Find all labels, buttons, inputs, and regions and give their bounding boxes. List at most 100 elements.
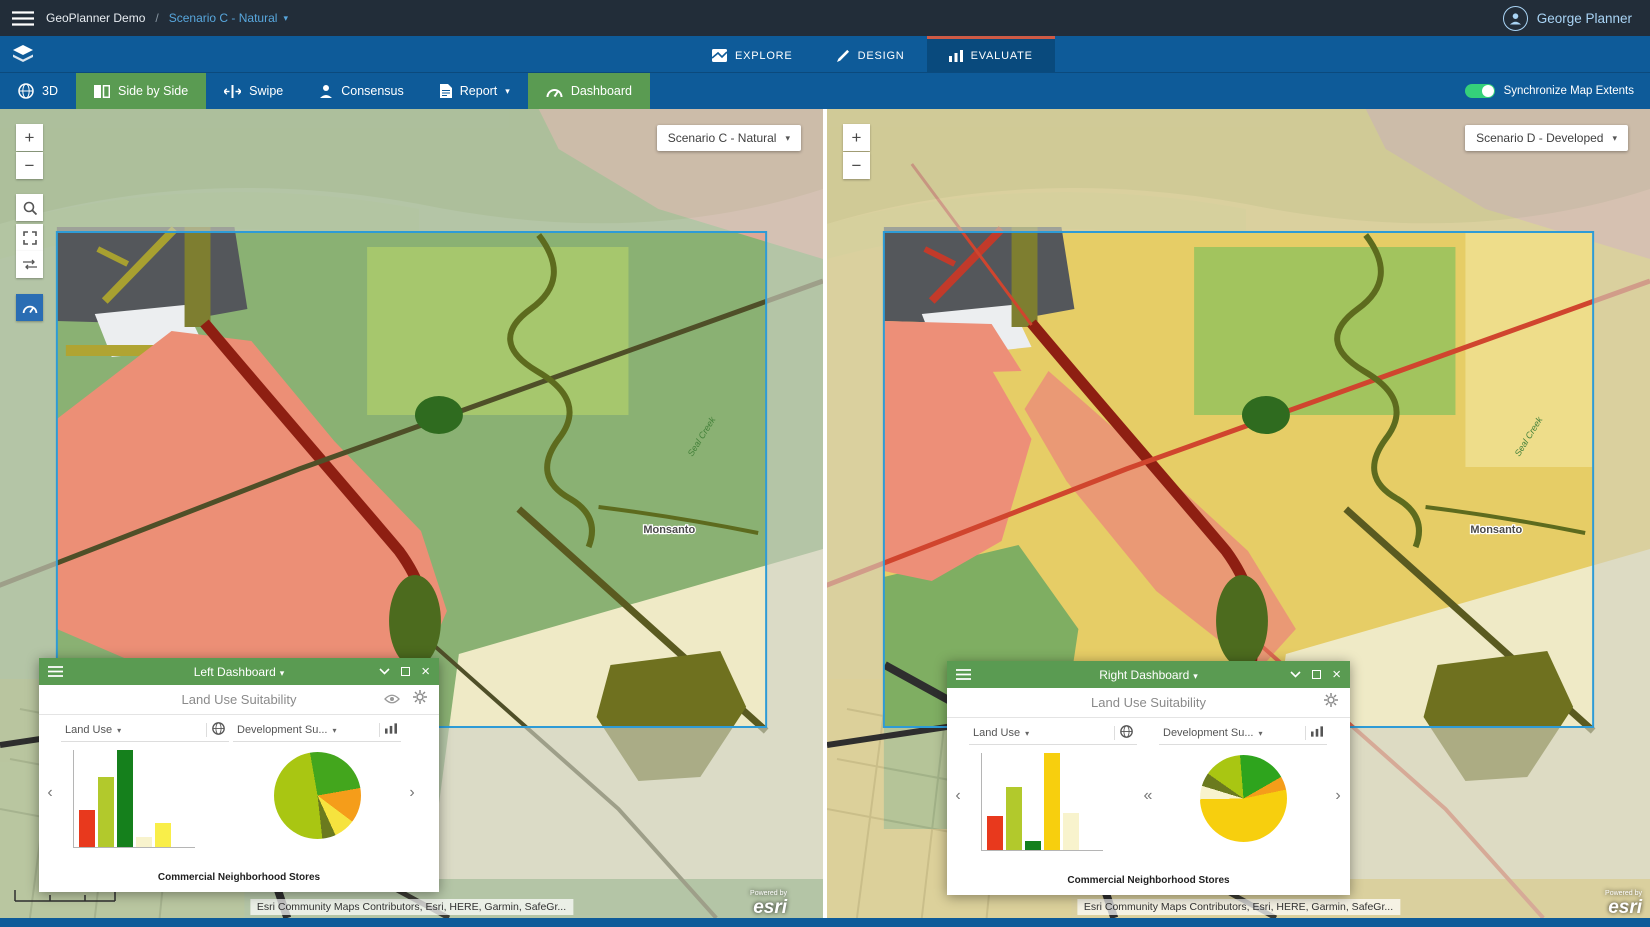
dashboard-title: Left Dashboard <box>194 665 276 679</box>
caret-down-icon: ▾ <box>117 726 121 735</box>
carousel-prev-button[interactable]: ‹ <box>949 722 967 870</box>
user-name: George Planner <box>1537 11 1632 26</box>
report-label: Report <box>460 84 498 98</box>
carousel-next-button[interactable]: › <box>403 719 421 867</box>
tab-evaluate-label: EVALUATE <box>971 50 1033 62</box>
esri-wordmark: esri <box>1608 897 1642 918</box>
dashboard-button[interactable]: Dashboard <box>528 73 650 109</box>
close-icon[interactable]: × <box>421 663 430 680</box>
search-button[interactable] <box>16 194 43 221</box>
close-icon[interactable]: × <box>1332 666 1341 683</box>
app-title: GeoPlanner Demo <box>46 11 145 25</box>
gauge-icon <box>22 303 38 313</box>
side-by-side-label: Side by Side <box>118 84 188 98</box>
tab-design[interactable]: DESIGN <box>815 36 927 72</box>
report-button[interactable]: Report ▾ <box>422 73 528 109</box>
esri-wordmark: esri <box>753 897 787 918</box>
tab-evaluate[interactable]: EVALUATE <box>927 36 1055 72</box>
zoom-in-button[interactable]: + <box>843 124 870 151</box>
expand-extent-button[interactable] <box>16 224 43 251</box>
explore-icon <box>712 49 727 62</box>
place-label: Monsanto <box>1470 524 1522 536</box>
land-use-widget-card: Land Use ▾ <box>61 719 229 867</box>
development-suitability-widget-card: Development Su... ▾ <box>1159 722 1327 870</box>
globe-icon[interactable] <box>212 722 225 738</box>
chart-type-icon[interactable] <box>1311 726 1323 740</box>
sync-extents-label: Synchronize Map Extents <box>1504 85 1634 97</box>
development-suitability-select[interactable]: Development Su... ▾ <box>233 719 401 742</box>
left-dashboard-header[interactable]: Left Dashboard ▾ × <box>39 658 439 685</box>
select-label: Land Use <box>65 724 112 736</box>
caret-down-icon: ▾ <box>1612 133 1617 144</box>
compare-tool-button[interactable] <box>16 251 43 278</box>
land-use-select[interactable]: Land Use ▾ <box>969 722 1137 745</box>
maximize-icon[interactable] <box>401 667 410 676</box>
swipe-button[interactable]: Swipe <box>206 73 301 109</box>
tab-design-label: DESIGN <box>858 50 905 62</box>
user-avatar-icon <box>1503 6 1528 31</box>
menu-icon[interactable] <box>0 11 46 26</box>
bar-chart-icon <box>949 50 963 62</box>
land-use-widget-card: Land Use ▾ <box>969 722 1137 870</box>
left-dashboard-panel: Left Dashboard▾ × Land Use Suitability ‹… <box>39 658 439 892</box>
3d-button[interactable]: 3D <box>0 73 76 109</box>
carousel-next-button[interactable]: › <box>1329 722 1347 870</box>
map-attribution: Esri Community Maps Contributors, Esri, … <box>1077 899 1400 915</box>
caret-down-icon: ▾ <box>1193 671 1198 681</box>
expand-icon <box>23 231 37 245</box>
widget-carousel: ‹ Land Use ▾ « Development Su... ▾ <box>947 718 1350 870</box>
divider <box>1305 726 1306 740</box>
swap-arrows-icon <box>23 259 37 270</box>
gear-icon[interactable] <box>413 690 427 709</box>
divider <box>379 723 380 737</box>
powered-by-label: Powered by <box>1605 890 1642 897</box>
widget-title: Land Use Suitability <box>947 695 1350 710</box>
carousel-collapse-button[interactable]: « <box>1139 722 1157 870</box>
side-by-side-button[interactable]: Side by Side <box>76 73 206 109</box>
maximize-icon[interactable] <box>1312 670 1321 679</box>
right-scenario-selector[interactable]: Scenario D - Developed ▾ <box>1465 125 1628 151</box>
zoom-out-button[interactable]: − <box>843 152 870 179</box>
gear-icon[interactable] <box>1324 693 1338 712</box>
sync-extents-control: Synchronize Map Extents <box>1465 73 1634 109</box>
left-scenario-selector[interactable]: Scenario C - Natural ▾ <box>657 125 801 151</box>
development-suitability-select[interactable]: Development Su... ▾ <box>1159 722 1327 745</box>
globe-icon[interactable] <box>1120 725 1133 741</box>
3d-label: 3D <box>42 84 58 98</box>
carousel-prev-button[interactable]: ‹ <box>41 719 59 867</box>
tab-explore[interactable]: EXPLORE <box>690 36 815 72</box>
zoom-in-button[interactable]: + <box>16 124 43 151</box>
bottom-bar <box>0 918 1650 927</box>
swipe-icon <box>224 85 241 98</box>
esri-logo: Powered by esri <box>750 890 787 917</box>
visibility-icon[interactable] <box>384 691 400 709</box>
right-dashboard-panel: Right Dashboard▾ × Land Use Suitability … <box>947 661 1350 895</box>
caret-down-icon: ▾ <box>280 668 285 678</box>
primary-nav: EXPLORE DESIGN EVALUATE <box>0 36 1650 72</box>
right-dashboard-header[interactable]: Right Dashboard▾ × <box>947 661 1350 688</box>
left-scenario-label: Scenario C - Natural <box>668 131 777 145</box>
consensus-button[interactable]: Consensus <box>301 73 422 109</box>
select-label: Development Su... <box>1163 727 1254 739</box>
right-scenario-label: Scenario D - Developed <box>1476 131 1603 145</box>
layers-icon-button[interactable] <box>0 36 46 72</box>
collapse-icon[interactable] <box>1290 671 1301 678</box>
map-dashboard-button[interactable] <box>16 294 43 321</box>
tab-explore-label: EXPLORE <box>735 50 793 62</box>
esri-logo: Powered by esri <box>1605 890 1642 917</box>
breadcrumb-separator: / <box>155 11 158 25</box>
swipe-label: Swipe <box>249 84 283 98</box>
layers-icon <box>13 45 33 63</box>
user-menu[interactable]: George Planner <box>1503 6 1632 31</box>
side-by-side-icon <box>94 85 110 98</box>
widget-header: Land Use Suitability <box>947 688 1350 718</box>
place-label: Monsanto <box>643 524 695 536</box>
collapse-icon[interactable] <box>379 668 390 675</box>
breadcrumb-scenario-label: Scenario C - Natural <box>169 11 278 25</box>
breadcrumb-scenario-dropdown[interactable]: Scenario C - Natural ▾ <box>169 11 288 25</box>
sync-extents-toggle[interactable] <box>1465 84 1495 98</box>
land-use-select[interactable]: Land Use ▾ <box>61 719 229 742</box>
chart-type-icon[interactable] <box>385 723 397 737</box>
zoom-out-button[interactable]: − <box>16 152 43 179</box>
dashboard-label: Dashboard <box>571 84 632 98</box>
